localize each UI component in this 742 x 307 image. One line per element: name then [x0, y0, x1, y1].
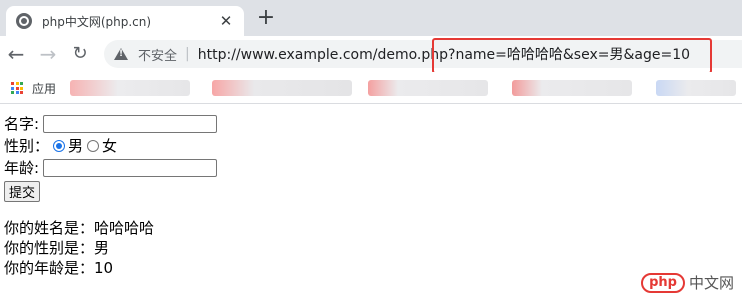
- warning-icon[interactable]: [114, 48, 128, 60]
- back-button[interactable]: ←: [2, 40, 30, 68]
- age-row: 年龄:: [4, 157, 218, 179]
- bookmark-item[interactable]: [656, 80, 736, 96]
- sex-radio-male[interactable]: [53, 140, 66, 152]
- result-block: 你的姓名是：哈哈哈哈 你的性别是：男 你的年龄是：10: [4, 218, 217, 278]
- security-label[interactable]: 不安全: [138, 45, 177, 64]
- bookmark-item[interactable]: [212, 80, 352, 96]
- watermark-text: 中文网: [688, 274, 734, 292]
- query-string-highlight: [432, 38, 712, 74]
- apps-icon[interactable]: [11, 82, 23, 94]
- sex-option-female[interactable]: 女: [102, 136, 117, 156]
- result-name: 你的姓名是：哈哈哈哈: [4, 219, 155, 237]
- reload-button[interactable]: ↻: [66, 40, 94, 68]
- apps-label[interactable]: 应用: [32, 80, 56, 97]
- globe-icon: [16, 13, 32, 29]
- name-label: 名字:: [4, 115, 40, 133]
- bookmark-item[interactable]: [368, 80, 488, 96]
- sex-radio-female[interactable]: [87, 140, 100, 152]
- result-age: 你的年龄是：10: [4, 259, 114, 277]
- sex-option-male[interactable]: 男: [68, 136, 83, 156]
- sex-label: 性别：: [4, 137, 50, 155]
- age-label: 年龄:: [4, 159, 40, 177]
- bookmark-item[interactable]: [70, 80, 190, 96]
- new-tab-button[interactable]: +: [254, 6, 278, 30]
- submit-row: 提交: [4, 179, 217, 202]
- watermark: php 中文网: [641, 272, 734, 293]
- address-separator: |: [185, 46, 190, 62]
- result-sex: 你的性别是：男: [4, 239, 110, 257]
- age-input[interactable]: [43, 159, 218, 177]
- submit-button[interactable]: 提交: [4, 180, 41, 202]
- forward-button[interactable]: →: [34, 40, 62, 68]
- close-icon[interactable]: ✕: [218, 12, 234, 30]
- php-logo: php: [641, 272, 685, 293]
- bookmark-item[interactable]: [512, 80, 632, 96]
- tab-title: php中文网(php.cn): [42, 14, 152, 29]
- browser-tab[interactable]: php中文网(php.cn) ✕: [6, 6, 244, 36]
- name-input[interactable]: [43, 115, 218, 133]
- page-content: 名字: 性别： 男 女 年龄: 提交 你的姓名是：哈哈哈哈 你的性别是：男 你的…: [4, 113, 218, 278]
- sex-row: 性别： 男 女: [4, 135, 217, 157]
- name-row: 名字:: [4, 113, 218, 135]
- bookmarks-bar: 应用: [0, 72, 742, 104]
- tab-strip: php中文网(php.cn) ✕ +: [0, 0, 742, 36]
